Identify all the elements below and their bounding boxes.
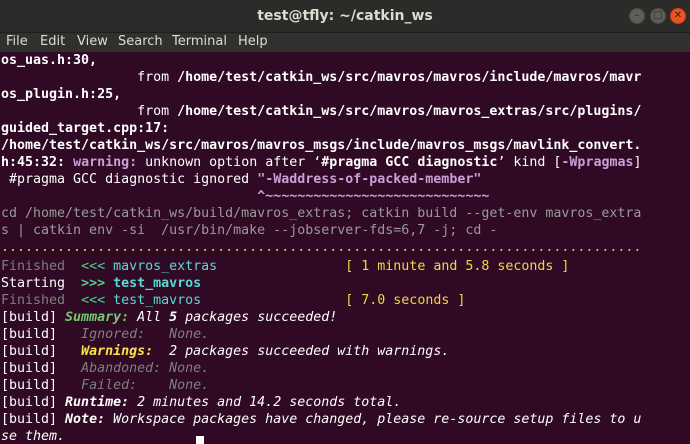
output-line: [build] Abandoned: None. — [1, 361, 210, 376]
output-line: from /home/test/catkin_ws/src/mavros/mav… — [1, 104, 642, 119]
menu-view[interactable]: View — [77, 33, 108, 52]
output-line: Finished <<< test_mavros [ 7.0 seconds ] — [1, 293, 466, 308]
output-line: se them. — [1, 429, 66, 444]
text-cursor — [196, 436, 204, 444]
window-titlebar[interactable]: test@tfly: ~/catkin_ws – □ ✕ — [0, 0, 690, 33]
close-icon: ✕ — [673, 10, 683, 21]
output-line: Starting >>> test_mavros — [1, 276, 202, 291]
output-line: [build] Warnings: 2 packages succeeded w… — [1, 344, 450, 359]
menu-edit[interactable]: Edit — [40, 33, 65, 52]
menu-search[interactable]: Search — [118, 33, 163, 52]
menu-bar: File Edit View Search Terminal Help — [0, 33, 690, 52]
maximize-button[interactable]: □ — [650, 8, 666, 24]
output-line: [build] Ignored: None. — [1, 327, 210, 342]
output-line: Finished <<< mavros_extras [ 1 minute an… — [1, 259, 570, 274]
window-title: test@tfly: ~/catkin_ws — [257, 8, 433, 24]
output-line: os_uas.h:30, — [1, 53, 98, 68]
output-line: os_plugin.h:25, — [1, 87, 122, 102]
output-line: s | catkin env -si /usr/bin/make --jobse… — [1, 223, 498, 238]
minimize-icon: – — [634, 10, 640, 21]
output-line: [build] Runtime: 2 minutes and 14.2 seco… — [1, 395, 402, 410]
output-line: h:45:32: warning: unknown option after ‘… — [1, 155, 642, 170]
output-line: [build] Failed: None. — [1, 378, 210, 393]
output-line: #pragma GCC diagnostic ignored "-Waddres… — [1, 172, 482, 187]
menu-help[interactable]: Help — [238, 33, 268, 52]
maximize-icon: □ — [653, 10, 663, 21]
output-line: [build] Note: Workspace packages have ch… — [1, 412, 642, 427]
output-line: /home/test/catkin_ws/src/mavros/mavros_m… — [1, 138, 642, 153]
menu-terminal[interactable]: Terminal — [172, 33, 227, 52]
output-line: ........................................… — [1, 240, 642, 255]
output-line: guided_target.cpp:17: — [1, 121, 170, 136]
menu-file[interactable]: File — [6, 33, 28, 52]
output-line: [build] Summary: All 5 packages succeede… — [1, 310, 338, 325]
terminal-output[interactable]: os_uas.h:30, from /home/test/catkin_ws/s… — [0, 52, 690, 444]
output-line: from /home/test/catkin_ws/src/mavros/mav… — [1, 70, 642, 85]
output-line: cd /home/test/catkin_ws/build/mavros_ext… — [1, 206, 642, 221]
minimize-button[interactable]: – — [629, 8, 645, 24]
close-button[interactable]: ✕ — [670, 8, 686, 24]
output-line: ^~~~~~~~~~~~~~~~~~~~~~~~~~~~~ — [1, 189, 490, 204]
